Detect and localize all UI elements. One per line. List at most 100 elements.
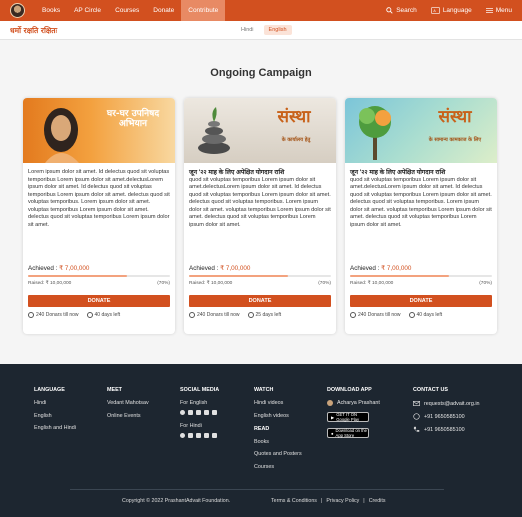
- language-label: Language: [442, 7, 472, 14]
- app-store-button[interactable]: ● Download on the App Store: [327, 428, 369, 438]
- footer-social-col: SOCIAL MEDIA For English For Hindi: [180, 387, 219, 446]
- percent-label: (70%): [157, 281, 170, 286]
- whatsapp-icon[interactable]: [180, 410, 185, 415]
- language-icon: A: [431, 7, 440, 14]
- search-label: Search: [396, 7, 417, 14]
- achieved-row: Achieved : ₹ 7,00,000: [350, 265, 492, 272]
- search-button[interactable]: Search: [386, 7, 417, 14]
- donate-button[interactable]: DONATE: [189, 294, 331, 307]
- donors-info: 240 Donars till now: [189, 311, 240, 318]
- footer-heading: MEET: [107, 387, 122, 393]
- footer-link-online-events[interactable]: Online Events: [107, 413, 149, 419]
- footer-link-books[interactable]: Books: [254, 439, 302, 445]
- achieved-row: Achieved : ₹ 7,00,000: [28, 265, 170, 272]
- achieved-label: Achieved :: [350, 264, 380, 272]
- footer-heading: CONTACT US: [413, 387, 448, 393]
- days-left: 25 days left: [255, 311, 282, 318]
- app-logo-icon: [327, 400, 333, 406]
- campaign-title: जून '२२ माह के लिए अपेक्षित योगदान राशि: [189, 169, 285, 176]
- footer-contact-col: CONTACT US requests@advait.org.in +91 96…: [413, 387, 480, 439]
- nav-donate[interactable]: Donate: [146, 0, 181, 21]
- twitter-icon[interactable]: [188, 410, 193, 415]
- mail-icon: [413, 401, 420, 406]
- footer-link-english-videos[interactable]: English videos: [254, 413, 302, 419]
- hamburger-icon: [485, 8, 493, 13]
- app-name: Acharya Prashant: [337, 400, 380, 406]
- linkedin-icon[interactable]: [212, 410, 217, 415]
- campaign-banner[interactable]: संस्था के सामान्य कामकाज के लिए: [345, 98, 497, 163]
- contact-phone-row[interactable]: +91 9650585100: [413, 426, 480, 433]
- achieved-row: Achieved : ₹ 7,00,000: [189, 265, 331, 272]
- lang-option-hindi[interactable]: Hindi: [236, 25, 259, 35]
- raised-row: Raised: ₹ 10,00,000 (70%): [189, 281, 331, 286]
- days-info: 40 days left: [408, 311, 442, 318]
- donate-button[interactable]: DONATE: [28, 295, 170, 307]
- contact-whatsapp-row[interactable]: +91 9650585100: [413, 413, 480, 420]
- user-icon: [28, 312, 34, 318]
- credits-link[interactable]: Credits: [369, 498, 386, 504]
- clock-icon: [408, 311, 415, 318]
- footer-heading: READ: [254, 425, 270, 432]
- facebook-icon[interactable]: [196, 433, 201, 438]
- contact-whatsapp: +91 9650585100: [424, 413, 465, 420]
- contact-email: requests@advait.org.in: [424, 400, 480, 407]
- nav-courses[interactable]: Courses: [108, 0, 146, 21]
- footer-link-hindi-videos[interactable]: Hindi videos: [254, 400, 302, 406]
- google-play-icon: ▶: [331, 414, 335, 420]
- donors-count: 240 Donars till now: [358, 311, 401, 318]
- instagram-icon[interactable]: [204, 433, 209, 438]
- days-info: 40 days left: [86, 312, 120, 318]
- footer-link-vedant-mahotsav[interactable]: Vedant Mahotsav: [107, 400, 149, 406]
- achieved-amount: ₹ 7,00,000: [59, 265, 90, 272]
- privacy-policy-link[interactable]: Privacy Policy: [326, 498, 359, 504]
- card-footer: 240 Donars till now 40 days left: [28, 312, 170, 318]
- banner-title: संस्था: [277, 107, 311, 127]
- footer-link-courses[interactable]: Courses: [254, 464, 302, 470]
- campaign-card: संस्था के कार्यालय हेतु जून '२२ माह के ल…: [184, 98, 336, 334]
- donors-info: 240 Donars till now: [28, 312, 79, 318]
- nav-ap-circle[interactable]: AP Circle: [67, 0, 108, 21]
- donors-count: 240 Donars till now: [36, 312, 79, 318]
- tagline: धर्मो रक्षति रक्षितः: [10, 26, 58, 35]
- raised-row: Raised: ₹ 10,00,000 (70%): [350, 281, 492, 286]
- footer-link-quotes-posters[interactable]: Quotes and Posters: [254, 451, 302, 457]
- facebook-icon[interactable]: [196, 410, 201, 415]
- campaign-description: quod sit voluptas temporibus Lorem ipsum…: [350, 176, 492, 229]
- nav-books[interactable]: Books: [35, 0, 67, 21]
- raised-row: Raised: ₹ 10,00,000 (70%): [28, 281, 170, 286]
- google-play-label: GET IT ON Google Play: [336, 412, 360, 422]
- card-footer: 240 Donars till now 25 days left: [189, 311, 331, 318]
- footer-link-english[interactable]: English: [34, 413, 76, 419]
- campaign-banner[interactable]: घर-घर उपनिषद अभियान: [23, 98, 175, 163]
- main-nav: Books AP Circle Courses Donate Contribut…: [35, 0, 226, 21]
- days-info: 25 days left: [247, 311, 282, 318]
- campaign-banner[interactable]: संस्था के कार्यालय हेतु: [184, 98, 336, 163]
- progress-fill: [350, 274, 450, 277]
- banner-subtitle: के सामान्य कामकाज के लिए: [428, 137, 482, 143]
- menu-button[interactable]: Menu: [485, 7, 512, 14]
- lang-option-english[interactable]: English: [263, 25, 292, 35]
- linkedin-icon[interactable]: [212, 433, 217, 438]
- whatsapp-icon: [413, 413, 420, 420]
- whatsapp-icon[interactable]: [180, 433, 185, 438]
- social-icons-hindi: [180, 433, 219, 438]
- person-illustration: [44, 108, 79, 163]
- progress-fill: [28, 275, 128, 277]
- progress-fill: [189, 274, 289, 277]
- avatar-logo[interactable]: [10, 3, 25, 18]
- terms-link[interactable]: Terms & Conditions: [271, 498, 317, 504]
- footer-link-hindi[interactable]: Hindi: [34, 400, 76, 406]
- percent-label: (70%): [318, 280, 331, 286]
- language-button[interactable]: A Language: [431, 7, 472, 14]
- campaign-card: घर-घर उपनिषद अभियान Lorem ipsum dolor si…: [23, 98, 175, 334]
- footer-heading: WATCH: [254, 387, 274, 393]
- twitter-icon[interactable]: [188, 433, 193, 438]
- footer-link-english-hindi[interactable]: English and Hindi: [34, 425, 76, 431]
- google-play-button[interactable]: ▶ GET IT ON Google Play: [327, 412, 369, 422]
- achieved-amount: ₹ 7,00,000: [220, 264, 251, 272]
- instagram-icon[interactable]: [204, 410, 209, 415]
- contact-email-row[interactable]: requests@advait.org.in: [413, 400, 480, 407]
- nav-contribute[interactable]: Contribute: [181, 0, 226, 21]
- contact-phone: +91 9650585100: [424, 426, 465, 433]
- donate-button[interactable]: DONATE: [350, 294, 492, 307]
